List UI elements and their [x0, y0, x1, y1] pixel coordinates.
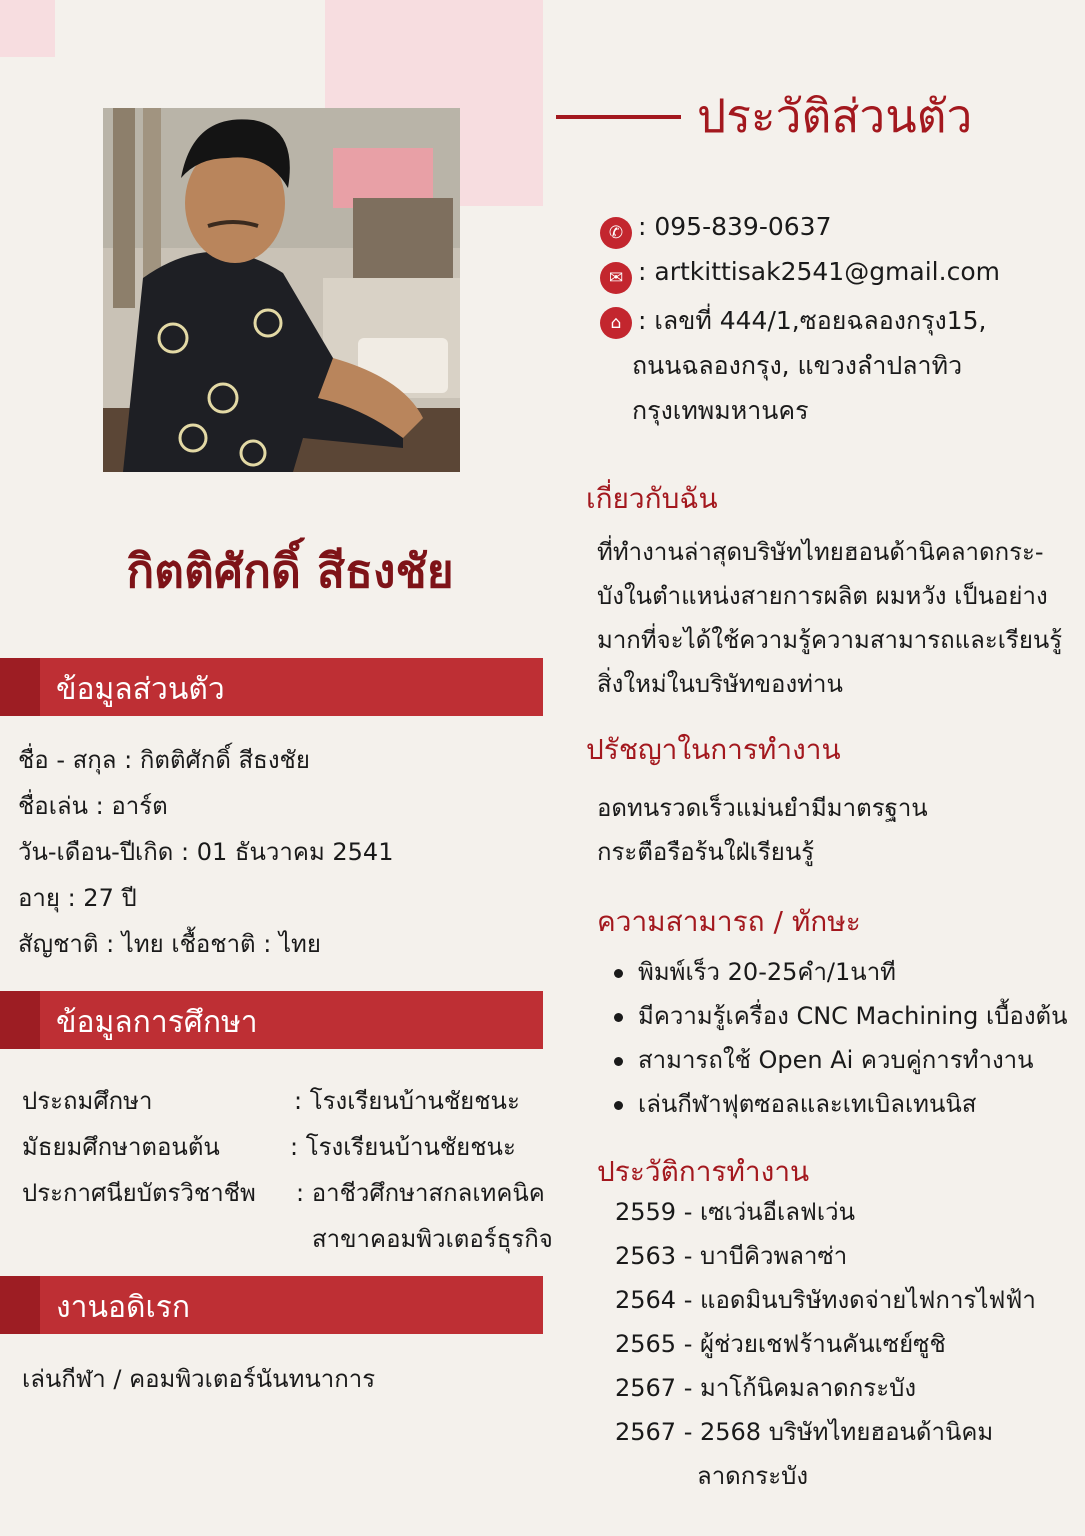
personal-info-line: สัญชาติ : ไทย เชื้อชาติ : ไทย [18, 930, 321, 958]
philosophy-heading: ปรัชญาในการทำงาน [586, 733, 841, 766]
hobby-header: งานอดิเรก [0, 1276, 543, 1334]
education-row: สาขาคอมพิวเตอร์ธุรกิจ [22, 1216, 553, 1262]
work-item: 2564 - แอดมินบริษัทงดจ่ายไฟการไฟฟ้า [615, 1286, 1036, 1314]
education-row: มัธยมศึกษาตอนต้น : โรงเรียนบ้านชัยชนะ [22, 1124, 516, 1170]
bullet-icon [614, 1056, 623, 1066]
decor-pink-corner [0, 0, 55, 57]
about-line: ที่ทำงานล่าสุดบริษัทไทยฮอนด้านิคลาดกระ- [597, 538, 1044, 566]
skill-item: เล่นกีฬาฟุตซอลและเทเบิลเทนนิส [614, 1082, 1068, 1126]
work-heading: ประวัติการทำงาน [597, 1155, 810, 1188]
philosophy-line: อดทนรวดเร็วแม่นยำมีมาตรฐาน [597, 794, 928, 822]
personal-info-line: วัน-เดือน-ปีเกิด : 01 ธันวาคม 2541 [18, 838, 394, 866]
work-item: 2565 - ผู้ช่วยเชฟร้านคันเซย์ซูชิ [615, 1330, 946, 1358]
education-heading: ข้อมูลการศึกษา [56, 1005, 258, 1040]
work-item: 2563 - บาบีคิวพลาซ่า [615, 1242, 848, 1270]
education-table: ประถมศึกษา : โรงเรียนบ้านชัยชนะ มัธยมศึก… [22, 1078, 553, 1262]
education-school: : อาชีวศึกษาสกลเทคนิค [296, 1179, 545, 1207]
education-level: ประถมศึกษา [22, 1087, 153, 1115]
personal-info-line: ชื่อเล่น : อาร์ต [18, 792, 168, 820]
full-name: กิตติศักดิ์ สีธงชัย [126, 544, 454, 598]
hobby-text: เล่นกีฬา / คอมพิวเตอร์นันทนาการ [22, 1365, 376, 1393]
education-row: ประกาศนียบัตรวิชาชีพ : อาชีวศึกษาสกลเทคน… [22, 1170, 545, 1216]
philosophy-text: อดทนรวดเร็วแม่นยำมีมาตรฐาน กระตือรือร้นใ… [597, 786, 928, 874]
about-line: บังในตำแหน่งสายการผลิต ผมหวัง เป็นอย่าง [597, 582, 1048, 610]
phone-number: : 095-839-0637 [638, 212, 832, 241]
work-item-continuation: ลาดกระบัง [697, 1462, 809, 1490]
personal-info-line: ชื่อ - สกุล : กิตติศักดิ์ สีธงชัย [18, 746, 310, 774]
philosophy-line: กระตือรือร้นใฝ่เรียนรู้ [597, 838, 815, 866]
headline: ประวัติส่วนตัว [697, 89, 973, 143]
work-list: 2559 - เซเว่นอีเลฟเว่น 2563 - บาบีคิวพลา… [615, 1190, 1036, 1498]
address-line: ถนนฉลองกรุง, แขวงลำปลาทิว [632, 351, 963, 380]
education-row: ประถมศึกษา : โรงเรียนบ้านชัยชนะ [22, 1078, 520, 1124]
education-school: : โรงเรียนบ้านชัยชนะ [294, 1087, 520, 1115]
work-item: 2567 - 2568 บริษัทไทยฮอนด้านิคม [615, 1418, 994, 1446]
personal-info-line: อายุ : 27 ปี [18, 884, 137, 912]
home-icon: ⌂ [600, 307, 632, 339]
personal-info-header: ข้อมูลส่วนตัว [0, 658, 543, 716]
phone-icon: ✆ [600, 217, 632, 249]
bullet-icon [614, 1100, 623, 1110]
skills-heading: ความสามารถ / ทักษะ [597, 905, 861, 938]
personal-info-list: ชื่อ - สกุล : กิตติศักดิ์ สีธงชัย ชื่อเล… [18, 737, 393, 967]
skill-item: พิมพ์เร็ว 20-25คำ/1นาที [614, 950, 1068, 994]
skill-item: สามารถใช้ Open Ai ควบคู่การทำงาน [614, 1038, 1068, 1082]
work-item: 2559 - เซเว่นอีเลฟเว่น [615, 1198, 855, 1226]
about-line: สิ่งใหม่ในบริษัทของท่าน [597, 670, 843, 698]
education-school: : โรงเรียนบ้านชัยชนะ [290, 1133, 516, 1161]
about-text: ที่ทำงานล่าสุดบริษัทไทยฮอนด้านิคลาดกระ- … [597, 530, 1062, 706]
education-header: ข้อมูลการศึกษา [0, 991, 543, 1049]
address-line: กรุงเทพมหานคร [632, 396, 809, 425]
email-icon: ✉ [600, 262, 632, 294]
education-level: ประกาศนียบัตรวิชาชีพ [22, 1179, 256, 1207]
education-level: มัธยมศึกษาตอนต้น [22, 1133, 220, 1161]
about-line: มากที่จะได้ใช้ความรู้ความสามารถและเรียนร… [597, 626, 1063, 654]
skill-item: มีความรู้เครื่อง CNC Machining เบื้องต้น [614, 994, 1068, 1038]
bullet-icon [614, 968, 623, 978]
skills-list: พิมพ์เร็ว 20-25คำ/1นาที มีความรู้เครื่อง… [614, 950, 1068, 1126]
profile-photo [103, 108, 460, 472]
bullet-icon [614, 1012, 623, 1022]
personal-info-heading: ข้อมูลส่วนตัว [56, 672, 225, 707]
work-item: 2567 - มาโก้นิคมลาดกระบัง [615, 1374, 917, 1402]
about-heading: เกี่ยวกับฉัน [586, 482, 718, 515]
email-address: : artkittisak2541@gmail.com [638, 257, 1000, 286]
address-line: : เลขที่ 444/1,ซอยฉลองกรุง15, [638, 306, 987, 335]
education-major: สาขาคอมพิวเตอร์ธุรกิจ [312, 1225, 553, 1253]
headline-rule [556, 115, 681, 119]
hobby-heading: งานอดิเรก [56, 1290, 191, 1325]
